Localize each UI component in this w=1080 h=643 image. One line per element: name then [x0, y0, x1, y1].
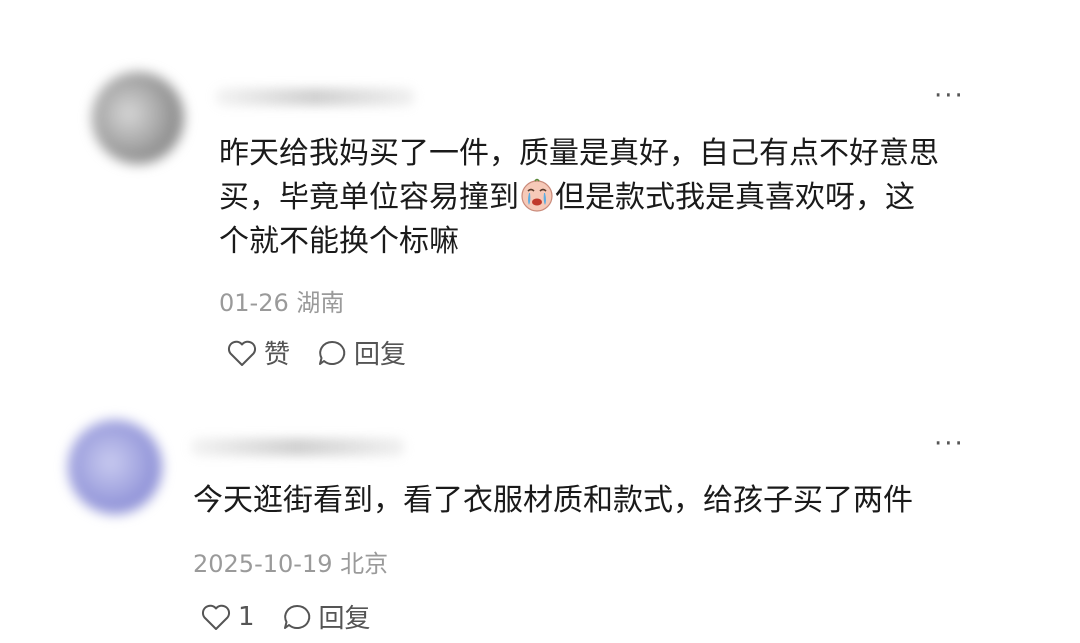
comment-date: 2025-10-19 [193, 550, 333, 578]
comment-date: 01-26 [219, 289, 289, 317]
crying-face-icon [521, 178, 553, 212]
comment-text: 今天逛街看到，看了衣服材质和款式，给孩子买了两件 [193, 483, 913, 518]
heart-icon [227, 340, 257, 366]
comment-meta: 2025-10-19 北京 [193, 544, 388, 579]
comment-actions: 1 回复 [200, 598, 371, 635]
chat-bubble-icon [283, 604, 310, 629]
reply-button[interactable]: 回复 [281, 598, 371, 635]
comment-text-line: 买，毕竟单位容易撞到 [219, 180, 519, 215]
more-options-button[interactable]: ··· [934, 431, 965, 457]
comment-text-line: 昨天给我妈买了一件，质量是真好，自己有点不好意思 [219, 136, 939, 171]
comment-location: 北京 [340, 550, 389, 578]
like-button[interactable]: 1 [200, 602, 255, 632]
like-label: 赞 [264, 340, 291, 370]
reply-button[interactable]: 回复 [316, 334, 406, 371]
reply-label: 回复 [318, 604, 371, 634]
comment-meta: 01-26 湖南 [219, 283, 344, 318]
heart-icon [201, 604, 231, 630]
comment-text: 昨天给我妈买了一件，质量是真好，自己有点不好意思 买，毕竟单位容易撞到 但是款式… [219, 132, 999, 264]
comment-text-line: 个就不能换个标嘛 [219, 224, 459, 259]
like-button[interactable]: 赞 [226, 334, 290, 371]
comment-location: 湖南 [296, 289, 345, 317]
more-options-button[interactable]: ··· [934, 83, 965, 109]
like-count: 1 [238, 601, 255, 632]
comment-text-line: 但是款式我是真喜欢呀，这 [555, 180, 915, 215]
username-blurred[interactable] [215, 88, 415, 106]
chat-bubble-icon [319, 340, 346, 365]
reply-label: 回复 [354, 340, 407, 370]
avatar[interactable] [92, 72, 184, 164]
username-blurred[interactable] [190, 438, 405, 456]
avatar[interactable] [68, 420, 162, 514]
comment-actions: 赞 回复 [226, 334, 406, 371]
